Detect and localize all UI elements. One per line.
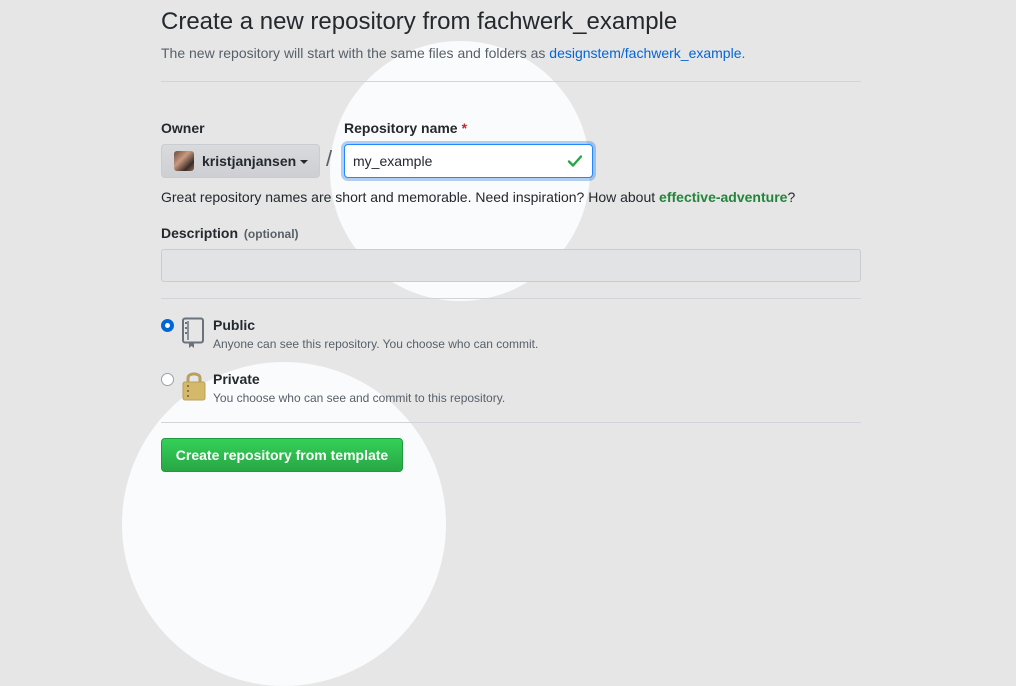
private-option-title[interactable]: Private bbox=[213, 371, 260, 387]
description-divider bbox=[161, 298, 861, 299]
public-radio[interactable] bbox=[161, 319, 174, 332]
repo-icon bbox=[182, 317, 204, 348]
page-subtitle: The new repository will start with the s… bbox=[161, 45, 745, 61]
repository-name-hint: Great repository names are short and mem… bbox=[161, 189, 795, 205]
repository-name-label: Repository name * bbox=[344, 120, 467, 136]
visibility-divider bbox=[161, 422, 861, 423]
repository-name-input[interactable] bbox=[344, 144, 593, 178]
description-label: Description (optional) bbox=[161, 225, 299, 241]
private-radio[interactable] bbox=[161, 373, 174, 386]
repository-name-label-text: Repository name bbox=[344, 120, 458, 136]
avatar bbox=[174, 151, 194, 171]
page-title: Create a new repository from fachwerk_ex… bbox=[161, 8, 678, 35]
subtitle-suffix: . bbox=[741, 45, 746, 61]
public-option-description: Anyone can see this repository. You choo… bbox=[213, 337, 539, 351]
check-icon bbox=[567, 155, 583, 167]
owner-select-button[interactable]: kristjanjansen bbox=[161, 144, 320, 178]
template-repo-link[interactable]: designstem/fachwerk_example bbox=[549, 45, 741, 61]
public-option-title[interactable]: Public bbox=[213, 317, 255, 333]
hint-text: Great repository names are short and mem… bbox=[161, 189, 660, 205]
private-option-description: You choose who can see and commit to thi… bbox=[213, 391, 506, 405]
lock-icon bbox=[182, 372, 206, 401]
caret-down-icon bbox=[300, 160, 309, 164]
description-label-text: Description bbox=[161, 225, 239, 241]
hint-suffix: ? bbox=[787, 189, 796, 205]
header-divider bbox=[161, 81, 861, 82]
owner-label: Owner bbox=[161, 120, 205, 136]
required-marker: * bbox=[461, 120, 468, 136]
description-input[interactable] bbox=[161, 249, 861, 282]
subtitle-prefix: The new repository will start with the s… bbox=[161, 45, 550, 61]
name-suggestion[interactable]: effective-adventure bbox=[659, 189, 787, 205]
create-repository-button[interactable]: Create repository from template bbox=[161, 438, 403, 472]
owner-name: kristjanjansen bbox=[202, 153, 297, 169]
optional-marker: (optional) bbox=[243, 227, 299, 241]
highlight-circle-bottom bbox=[122, 362, 446, 686]
owner-repo-separator: / bbox=[326, 146, 333, 171]
